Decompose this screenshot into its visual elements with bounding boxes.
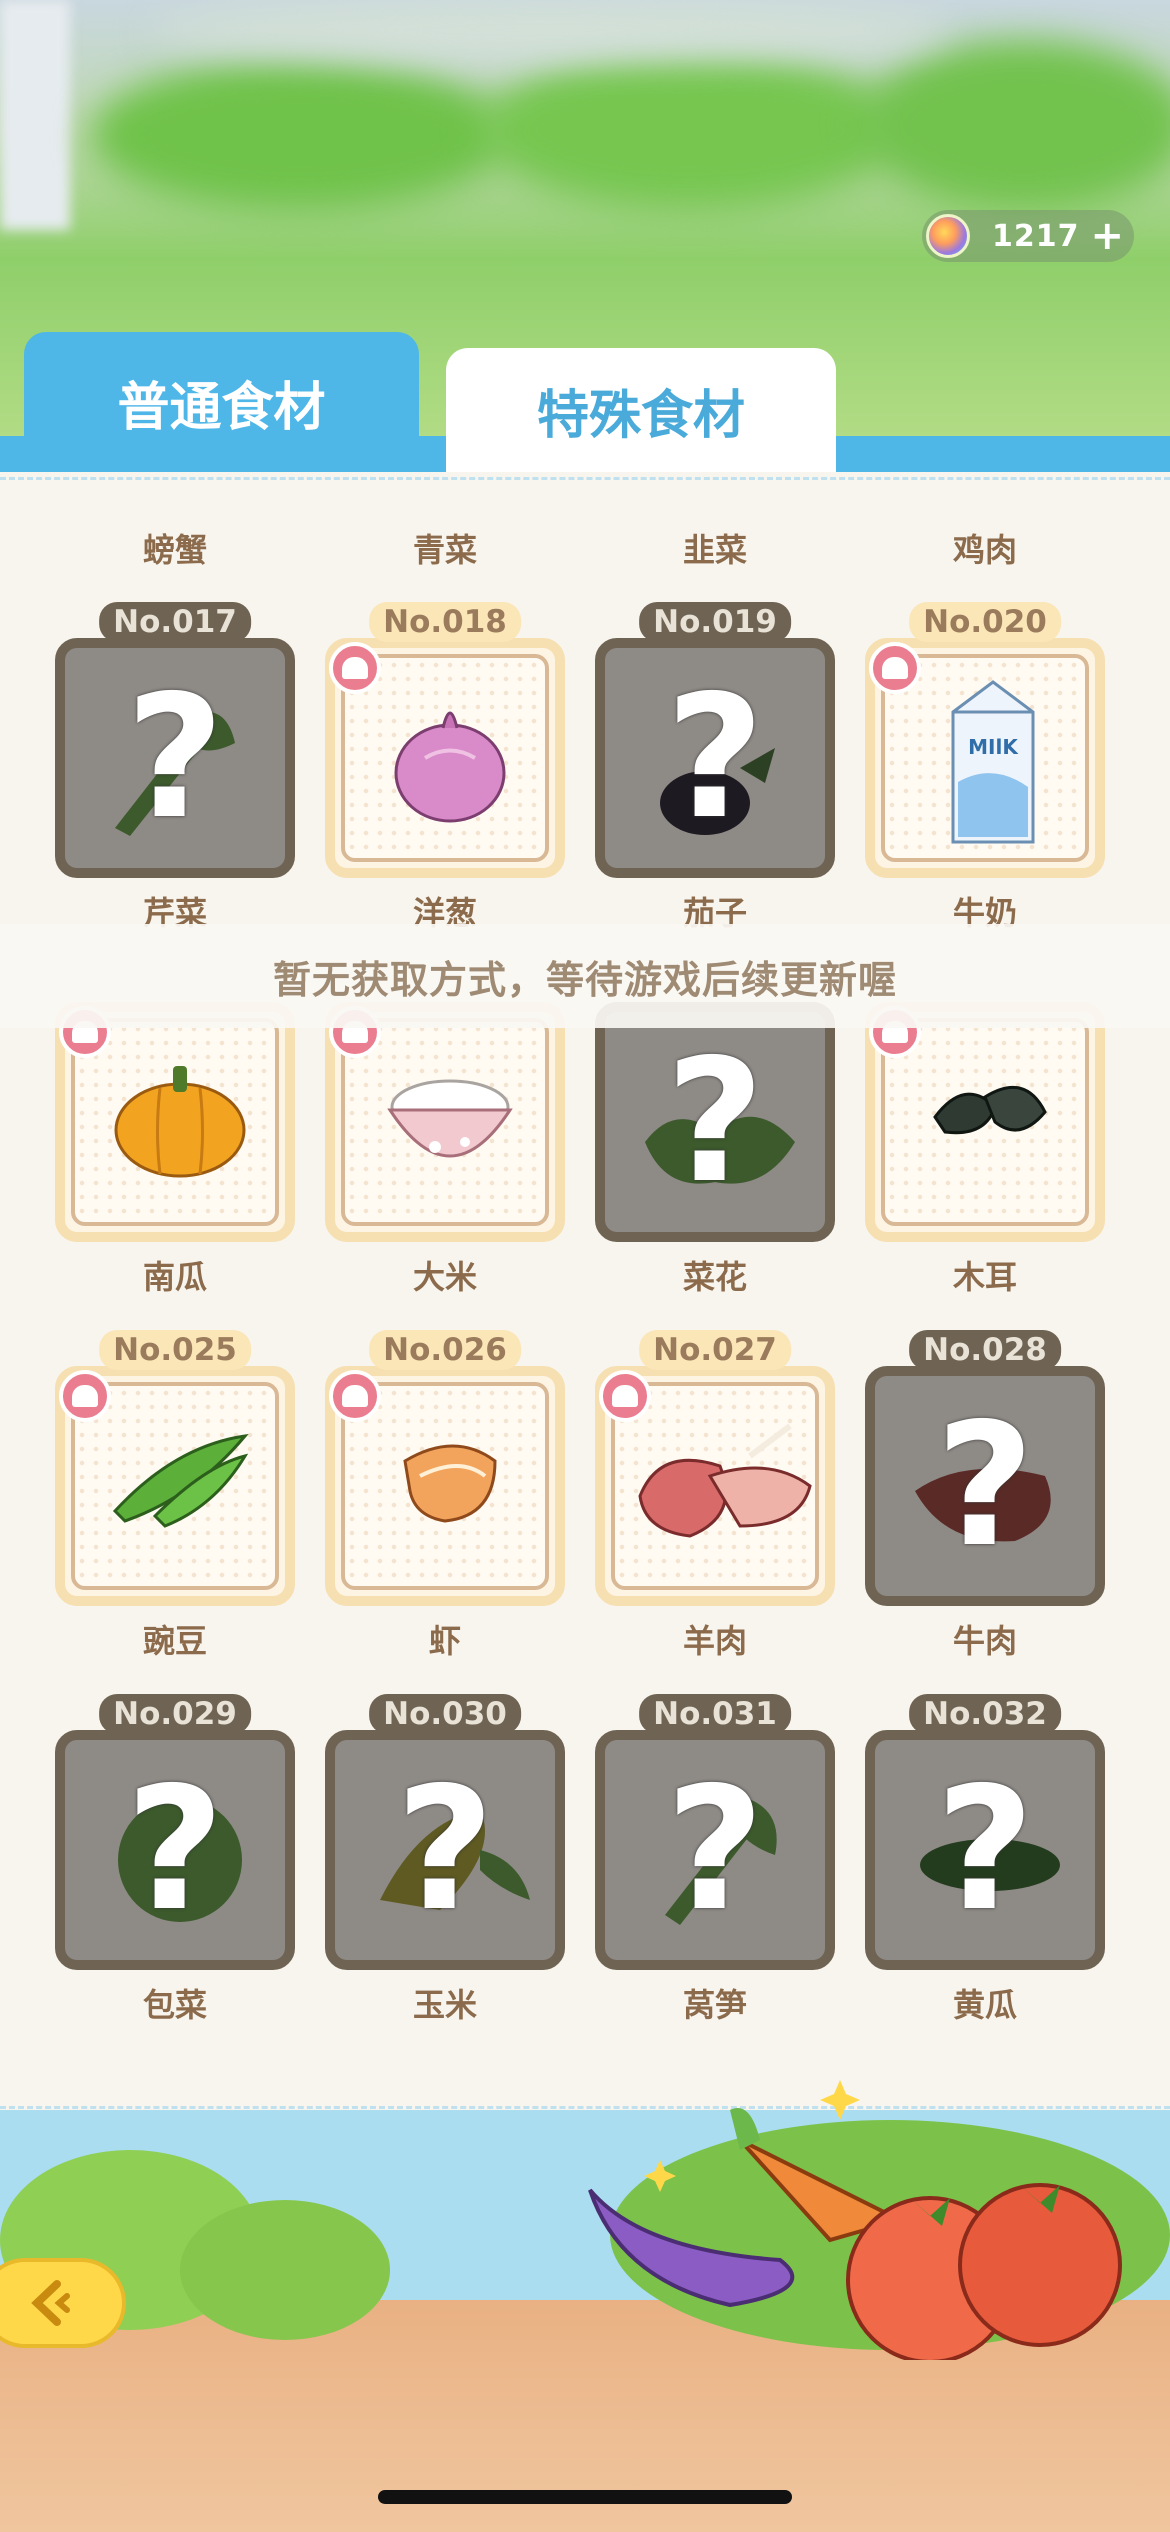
ingredient-name: 大米 bbox=[412, 1258, 477, 1296]
ingredient-number: No.030 bbox=[369, 1694, 521, 1734]
ingredient-name: 木耳 bbox=[952, 1258, 1017, 1296]
ingredient-name-chicken: 鸡肉 bbox=[952, 531, 1017, 569]
currency-amount: 1217 bbox=[992, 218, 1080, 254]
onion-icon bbox=[394, 711, 506, 823]
ingredient-number: No.018 bbox=[369, 602, 521, 642]
chef-hat-icon bbox=[869, 642, 921, 694]
ingredient-name: 菜花 bbox=[682, 1258, 747, 1296]
locked-question-mark: ? bbox=[665, 659, 765, 857]
lamb-meat-icon bbox=[638, 1423, 812, 1538]
ingredient-card-025[interactable]: No.025 bbox=[55, 1330, 295, 1606]
wood-ear-icon bbox=[933, 1085, 1047, 1135]
home-indicator[interactable] bbox=[378, 2490, 792, 2504]
ingredient-name: 黄瓜 bbox=[952, 1986, 1017, 2024]
milk-carton-icon: MIlK bbox=[951, 680, 1035, 844]
locked-question-mark: ? bbox=[665, 1751, 765, 1949]
ingredient-card-rice[interactable] bbox=[325, 1002, 565, 1242]
pumpkin-icon bbox=[114, 1066, 246, 1178]
pea-pod-icon bbox=[112, 1433, 249, 1528]
top-dashed-divider bbox=[0, 477, 1170, 480]
locked-question-mark: ? bbox=[125, 659, 225, 857]
ingredient-name-crab: 螃蟹 bbox=[142, 531, 207, 569]
vegetable-pile-decoration bbox=[588, 2080, 1122, 2360]
ingredient-name: 莴笋 bbox=[682, 1986, 747, 2024]
add-currency-button[interactable]: + bbox=[1090, 216, 1124, 256]
locked-question-mark: ? bbox=[935, 1751, 1035, 1949]
locked-question-mark: ? bbox=[395, 1751, 495, 1949]
ingredient-name-chives: 韭菜 bbox=[682, 531, 747, 569]
ingredient-number: No.031 bbox=[639, 1694, 791, 1734]
locked-question-mark: ? bbox=[935, 1387, 1035, 1585]
tab-normal-ingredients[interactable]: 普通食材 bbox=[24, 332, 419, 472]
ingredient-name: 玉米 bbox=[412, 1986, 477, 2024]
chef-hat-icon bbox=[59, 1370, 111, 1422]
ingredient-number: No.025 bbox=[99, 1330, 251, 1370]
ingredient-card-pumpkin[interactable] bbox=[55, 1002, 295, 1242]
ingredient-number: No.032 bbox=[909, 1694, 1061, 1734]
back-button[interactable] bbox=[0, 2258, 126, 2348]
ingredient-card-026[interactable]: No.026 bbox=[325, 1330, 565, 1606]
ingredient-name-greens: 青菜 bbox=[412, 531, 477, 569]
chef-hat-icon bbox=[599, 1370, 651, 1422]
milk-label-text: MIlK bbox=[968, 735, 1019, 759]
chef-hat-icon bbox=[329, 1370, 381, 1422]
ingredient-number: No.019 bbox=[639, 602, 791, 642]
ingredient-card-027[interactable]: No.027 bbox=[595, 1330, 835, 1606]
ingredient-card-020[interactable]: MIlK No.020 bbox=[865, 602, 1105, 878]
ingredient-name: 南瓜 bbox=[142, 1258, 207, 1296]
ingredient-card-wood-ear[interactable] bbox=[865, 1002, 1105, 1242]
ingredient-name: 包菜 bbox=[142, 1986, 207, 2024]
ingredient-card-031[interactable]: ? No.031 bbox=[595, 1694, 835, 1970]
ingredient-card-017[interactable]: ? No.017 bbox=[55, 602, 295, 878]
ingredient-card-cauliflower[interactable]: ? bbox=[595, 1002, 835, 1242]
ingredient-number: No.028 bbox=[909, 1330, 1061, 1370]
ingredient-card-018[interactable]: No.018 bbox=[325, 602, 565, 878]
locked-question-mark: ? bbox=[125, 1751, 225, 1949]
ingredient-card-030[interactable]: ? No.030 bbox=[325, 1694, 565, 1970]
no-source-notice: 暂无获取方式，等待游戏后续更新喔 bbox=[0, 924, 1170, 1028]
bush-decoration bbox=[180, 2200, 390, 2340]
currency-counter[interactable]: 1217 + bbox=[922, 210, 1134, 262]
ingredient-number: No.026 bbox=[369, 1330, 521, 1370]
ingredient-name: 虾 bbox=[428, 1622, 461, 1660]
ingredient-number: No.027 bbox=[639, 1330, 791, 1370]
ingredient-name: 豌豆 bbox=[142, 1622, 207, 1660]
rainbow-gem-icon bbox=[926, 214, 970, 258]
ingredient-number: No.020 bbox=[909, 602, 1061, 642]
back-arrow-icon bbox=[31, 2280, 70, 2326]
ingredient-number: No.029 bbox=[99, 1694, 251, 1734]
ingredient-card-032[interactable]: ? No.032 bbox=[865, 1694, 1105, 1970]
tab-special-ingredients[interactable]: 特殊食材 bbox=[446, 348, 836, 472]
ingredient-card-028[interactable]: ? No.028 bbox=[865, 1330, 1105, 1606]
ingredient-name: 牛肉 bbox=[952, 1622, 1017, 1660]
chef-hat-icon bbox=[329, 642, 381, 694]
rice-bowl-icon bbox=[387, 1079, 513, 1158]
ingredient-name: 羊肉 bbox=[682, 1622, 747, 1660]
ingredient-card-029[interactable]: ? No.029 bbox=[55, 1694, 295, 1970]
locked-question-mark: ? bbox=[665, 1023, 765, 1221]
ingredient-card-019[interactable]: ? No.019 bbox=[595, 602, 835, 878]
ingredient-number: No.017 bbox=[99, 602, 251, 642]
shrimp-icon bbox=[403, 1444, 497, 1523]
